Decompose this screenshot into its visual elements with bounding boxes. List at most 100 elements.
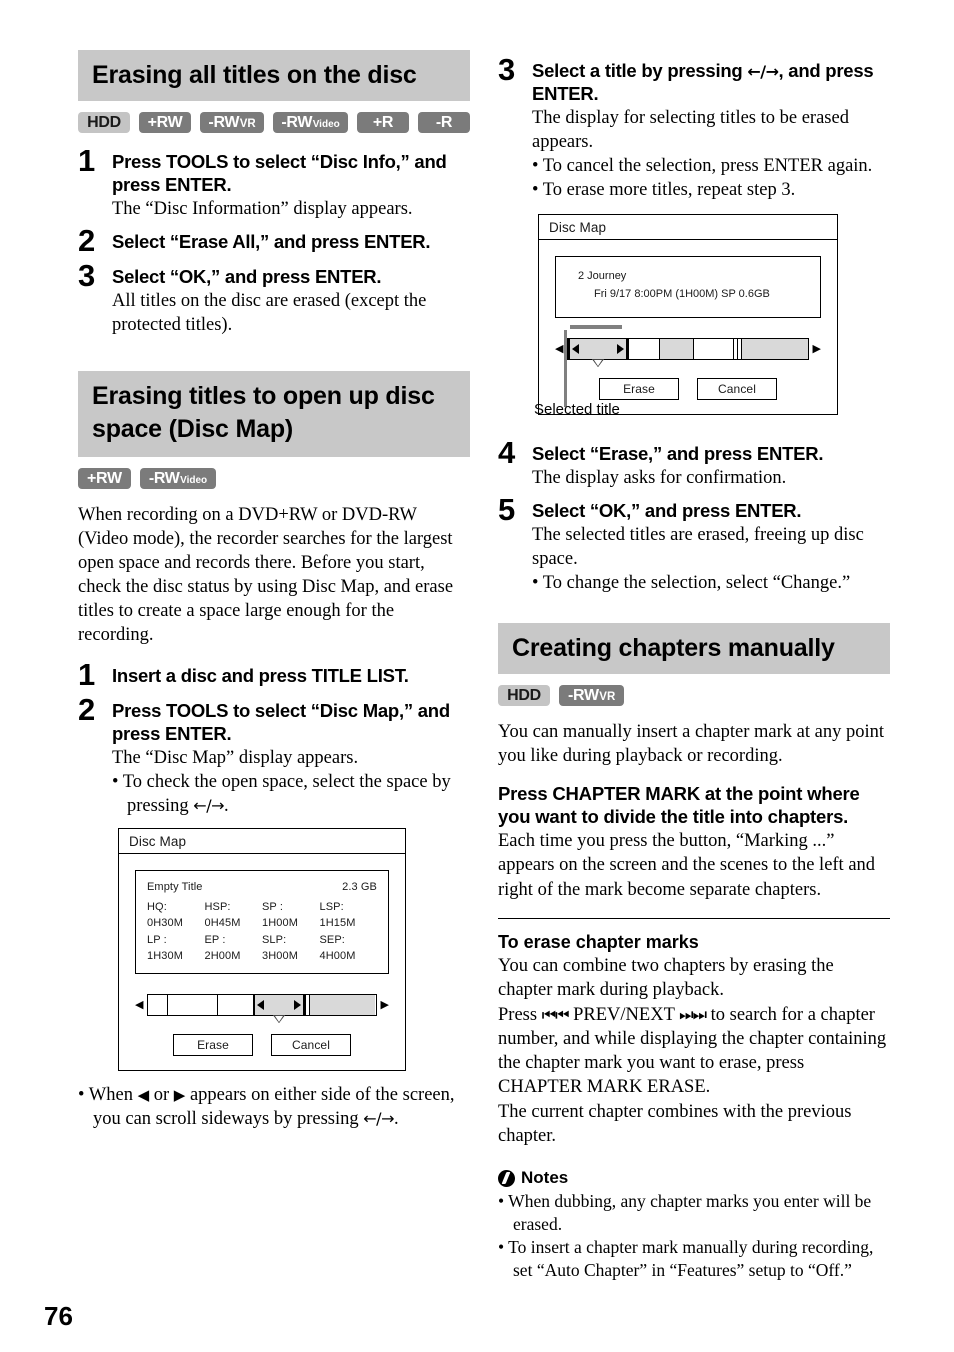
- next-skip-icon: ⏭⏭: [679, 1005, 707, 1025]
- step-title: Select “OK,” and press ENTER.: [532, 499, 802, 521]
- mode-ep: EP : 2H00M: [204, 933, 241, 963]
- left-right-arrows-icon: ←/→: [193, 796, 224, 816]
- selected-title-caption: Selected title: [534, 401, 620, 419]
- disc-segment[interactable]: [216, 994, 253, 1015]
- disc-segment[interactable]: [148, 995, 166, 1015]
- note-item: • To insert a chapter mark manually duri…: [498, 1237, 874, 1280]
- step-body-text: The “Disc Map” display appears.: [112, 748, 359, 769]
- erase-chapter-marks-body-2: Press ⏮⏮ PREV/NEXT ⏭⏭ to search for a ch…: [498, 1005, 887, 1098]
- step-number: 5: [498, 491, 516, 527]
- section-heading-creating-chapters-manually: Creating chapters manually: [498, 623, 890, 675]
- erase-chapter-marks-body-1: You can combine two chapters by erasing …: [498, 956, 834, 1001]
- step-2-disc-map: 2 Press TOOLS to select “Disc Map,” and …: [78, 691, 470, 818]
- mode-hq: HQ: 0H30M: [147, 900, 183, 930]
- step-3-select-title: 3 Select a title by pressing ←/→, and pr…: [498, 52, 890, 202]
- cursor-left-icon: [572, 343, 580, 354]
- disc-segment-selected-open-space[interactable]: [252, 994, 306, 1023]
- step-number: 4: [498, 434, 516, 470]
- disc-map-bar[interactable]: [147, 993, 377, 1023]
- mode-sep: SEP: 4H00M: [319, 933, 356, 963]
- disc-map-info-size: 2.3 GB: [342, 881, 377, 894]
- page-number: 76: [44, 1301, 73, 1331]
- cursor-left-icon: [256, 999, 264, 1010]
- disc-badge-row-section2: +RW -RW Video: [78, 468, 470, 490]
- notes-label: Notes: [521, 1168, 569, 1188]
- mode-lp: LP : 1H30M: [147, 933, 183, 963]
- note-item: • When dubbing, any chapter marks you en…: [498, 1191, 872, 1234]
- erase-chapter-marks-body-3: The current chapter combines with the pr…: [498, 1102, 852, 1147]
- disc-map-button-row: Erase Cancel: [119, 1033, 405, 1056]
- badge-minus-rw-video: -RW Video: [273, 112, 348, 133]
- badge-plus-rw: +RW: [78, 468, 131, 490]
- section-heading-erasing-all-titles: Erasing all titles on the disc: [78, 50, 470, 101]
- scroll-right-arrow-icon[interactable]: ▶: [377, 999, 393, 1010]
- step-3-ok: 3 Select “OK,” and press ENTER. All titl…: [78, 257, 470, 337]
- disc-map-scroll-bar-row: ◀ ▶: [551, 337, 825, 367]
- disc-segment-recorded[interactable]: [740, 338, 808, 359]
- manual-page: Erasing all titles on the disc HDD +RW -…: [0, 0, 954, 1352]
- disc-map-button-row: Erase Cancel: [539, 377, 837, 400]
- step-title: Press TOOLS to select “Disc Info,” and p…: [112, 151, 447, 196]
- triangle-right-icon: ▶: [173, 1085, 186, 1104]
- step-body-text: The “Disc Information” display appears.: [112, 199, 413, 220]
- disc-map-info-box: Empty Title 2.3 GB HQ: 0H30M HSP: 0H45M …: [135, 870, 389, 974]
- cursor-down-marker-icon: [273, 1014, 286, 1023]
- selected-title-leader-line: [564, 330, 567, 408]
- disc-badge-row-section3: HDD -RW VR: [498, 685, 890, 707]
- scroll-right-arrow-icon[interactable]: ▶: [809, 343, 825, 354]
- step-number: 3: [78, 257, 96, 293]
- right-column: 3 Select a title by pressing ←/→, and pr…: [498, 50, 890, 1282]
- selected-title-highlight-bar: [570, 325, 622, 330]
- badge-minus-rw-vr: -RW VR: [559, 685, 625, 707]
- scroll-left-arrow-icon[interactable]: ◀: [131, 999, 147, 1010]
- disc-map-figure-selected-title-wrapper: Disc Map 2 Journey Fri 9/17 8:00PM (1H00…: [534, 214, 838, 418]
- scroll-sideways-bullet: • When ◀ or ▶ appears on either side of …: [78, 1084, 455, 1129]
- mode-slp: SLP: 3H00M: [262, 933, 298, 963]
- step-2-erase-all: 2 Select “Erase All,” and press ENTER.: [78, 223, 470, 259]
- section-divider: [498, 917, 890, 919]
- disc-map-info-title: Empty Title: [147, 881, 203, 894]
- disc-segment-recorded[interactable]: [659, 338, 693, 359]
- disc-segment[interactable]: [692, 338, 734, 359]
- left-right-arrows-icon: ←/→: [747, 62, 779, 81]
- disc-segment-selected-title[interactable]: [568, 338, 629, 367]
- step-number: 2: [78, 691, 96, 727]
- cursor-right-icon: [294, 999, 302, 1010]
- disc-map-modes-row-1: HQ: 0H30M HSP: 0H45M SP : 1H00M LSP: 1H1…: [147, 899, 377, 932]
- mode-lsp: LSP: 1H15M: [319, 900, 356, 930]
- step-1-insert-disc: 1 Insert a disc and press TITLE LIST.: [78, 660, 470, 690]
- step-5-ok: 5 Select “OK,” and press ENTER. The sele…: [498, 491, 890, 595]
- note-lightning-icon: [498, 1169, 515, 1187]
- disc-segment-recorded[interactable]: [308, 994, 376, 1015]
- mode-hsp: HSP: 0H45M: [204, 900, 241, 930]
- disc-map-title: Disc Map: [539, 215, 837, 241]
- step-number: 3: [498, 52, 516, 87]
- step-bullet: • To cancel the selection, press ENTER a…: [532, 156, 873, 177]
- disc-map-figure-empty-title: Disc Map Empty Title 2.3 GB HQ: 0H30M HS…: [118, 828, 406, 1071]
- mode-sp: SP : 1H00M: [262, 900, 298, 930]
- step-body-text: The display asks for confirmation.: [532, 467, 787, 488]
- erase-button[interactable]: Erase: [173, 1033, 253, 1056]
- step-number: 1: [78, 143, 96, 178]
- step-bullet: • To change the selection, select “Chang…: [532, 573, 851, 594]
- badge-plus-r: +R: [357, 112, 409, 133]
- step-number: 2: [78, 223, 96, 259]
- chapter-mark-instruction-heading: Press CHAPTER MARK at the point where yo…: [498, 783, 860, 828]
- badge-hdd: HDD: [498, 685, 550, 707]
- disc-map-scroll-bar-row: ◀ ▶: [131, 993, 393, 1023]
- cancel-button[interactable]: Cancel: [697, 377, 777, 400]
- disc-map-bar[interactable]: [567, 337, 809, 367]
- disc-map-modes-row-2: LP : 1H30M EP : 2H00M SLP: 3H00M SEP: 4H…: [147, 932, 377, 965]
- triangle-left-icon: ◀: [137, 1085, 150, 1104]
- erase-button[interactable]: Erase: [599, 377, 679, 400]
- step-bullet: • To erase more titles, repeat step 3.: [532, 180, 796, 201]
- cancel-button[interactable]: Cancel: [271, 1033, 351, 1056]
- left-right-arrows-icon: ←/→: [363, 1108, 394, 1128]
- section3-intro-paragraph: You can manually insert a chapter mark a…: [498, 722, 884, 767]
- step-1-disc-info: 1 Press TOOLS to select “Disc Info,” and…: [78, 143, 470, 221]
- disc-segment[interactable]: [628, 338, 659, 359]
- step-title: Insert a disc and press TITLE LIST.: [112, 665, 409, 687]
- badge-plus-rw: +RW: [139, 112, 191, 133]
- badge-hdd: HDD: [78, 112, 130, 133]
- disc-segment[interactable]: [166, 994, 217, 1015]
